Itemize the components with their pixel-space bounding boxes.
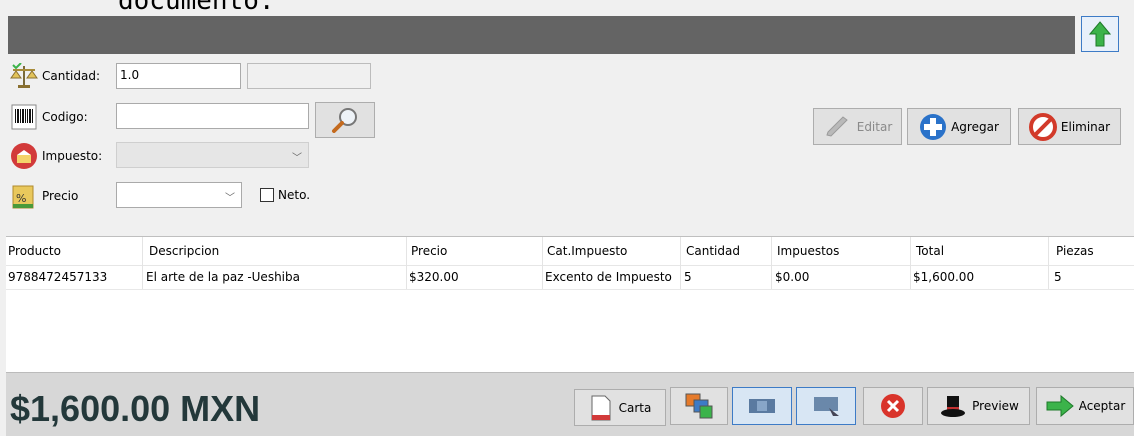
footer-bar: $1,600.00 MXN Carta Preview Aceptar [6, 372, 1134, 436]
agregar-label: Agregar [951, 119, 999, 134]
document-icon [591, 395, 611, 420]
preview-button[interactable]: Preview [927, 387, 1030, 425]
plus-icon [920, 113, 947, 140]
cantidad-secondary-field [247, 63, 371, 89]
up-arrow-icon [1089, 21, 1111, 47]
agregar-button[interactable]: Agregar [907, 108, 1011, 145]
top-hat-icon [941, 396, 966, 417]
precio-select[interactable]: ﹀ [116, 182, 242, 208]
impuesto-label: Impuesto: [42, 149, 103, 163]
table-cell: 5 [1054, 270, 1062, 284]
table-cell: Excento de Impuesto [545, 270, 672, 284]
column-header[interactable]: Descripcion [149, 244, 219, 258]
panel-button[interactable] [732, 387, 792, 425]
preview-label: Preview [972, 399, 1019, 413]
column-header[interactable]: Piezas [1056, 244, 1094, 258]
neto-checkbox[interactable] [260, 188, 274, 202]
no-entry-icon [1028, 112, 1057, 141]
column-header[interactable]: Precio [411, 244, 447, 258]
up-button[interactable] [1081, 16, 1119, 52]
editar-label: Editar [856, 119, 893, 134]
chevron-down-icon: ﹀ [225, 193, 235, 204]
right-arrow-icon [1046, 394, 1074, 418]
cantidad-label: Cantidad: [42, 69, 101, 83]
title-bar [8, 16, 1075, 54]
table-header: Producto Descripcion Precio Cat.Impuesto… [6, 237, 1134, 266]
screen-icon [814, 397, 839, 416]
table-cell: $0.00 [775, 270, 810, 284]
column-header[interactable]: Cat.Impuesto [547, 244, 627, 258]
close-button[interactable] [863, 387, 923, 425]
editar-button[interactable]: Editar [813, 108, 902, 145]
impuesto-select: ﹀ [116, 142, 309, 168]
price-tag-icon: % [10, 182, 38, 210]
chevron-down-icon: ﹀ [292, 153, 302, 164]
table-cell: $1,600.00 [913, 270, 975, 284]
scale-icon [10, 62, 38, 90]
close-circle-icon [881, 394, 905, 418]
aceptar-label: Aceptar [1078, 399, 1126, 413]
codigo-input[interactable] [116, 103, 309, 129]
cantidad-input[interactable]: 1.0 [116, 63, 241, 89]
aceptar-button[interactable]: Aceptar [1036, 387, 1134, 425]
codigo-label: Codigo: [42, 110, 88, 124]
column-header[interactable]: Impuestos [777, 244, 839, 258]
eliminar-button[interactable]: Eliminar [1018, 108, 1121, 145]
tax-icon [10, 142, 38, 170]
table-cell: $320.00 [409, 270, 459, 284]
images-icon [685, 393, 713, 419]
eliminar-label: Eliminar [1060, 119, 1111, 134]
panel-icon [749, 399, 775, 413]
column-header[interactable]: Cantidad [686, 244, 740, 258]
images-button[interactable] [670, 387, 728, 425]
search-button[interactable] [315, 102, 375, 138]
svg-text:%: % [16, 192, 26, 205]
table-cell: 9788472457133 [8, 270, 108, 284]
precio-row: % Precio [10, 182, 78, 210]
codigo-row: Codigo: [10, 103, 88, 131]
neto-label: Neto. [278, 188, 311, 202]
magnifier-icon [332, 108, 357, 133]
cantidad-row: Cantidad: [10, 62, 100, 90]
column-header[interactable]: Total [916, 244, 944, 258]
table-row[interactable]: 9788472457133 El arte de la paz -Ueshiba… [6, 265, 1134, 290]
barcode-icon [10, 103, 38, 131]
pencil-icon [826, 115, 848, 137]
carta-button[interactable]: Carta [574, 389, 666, 426]
table-cell: El arte de la paz -Ueshiba [146, 270, 300, 284]
products-table: Producto Descripcion Precio Cat.Impuesto… [6, 236, 1134, 373]
precio-label: Precio [42, 189, 79, 203]
screen-button[interactable] [796, 387, 856, 425]
total-amount: $1,600.00 MXN [10, 388, 261, 429]
carta-label: Carta [618, 400, 652, 415]
column-header[interactable]: Producto [8, 244, 61, 258]
impuesto-row: Impuesto: [10, 142, 102, 170]
table-cell: 5 [684, 270, 692, 284]
document-fragment-text: documento. [118, 0, 275, 16]
